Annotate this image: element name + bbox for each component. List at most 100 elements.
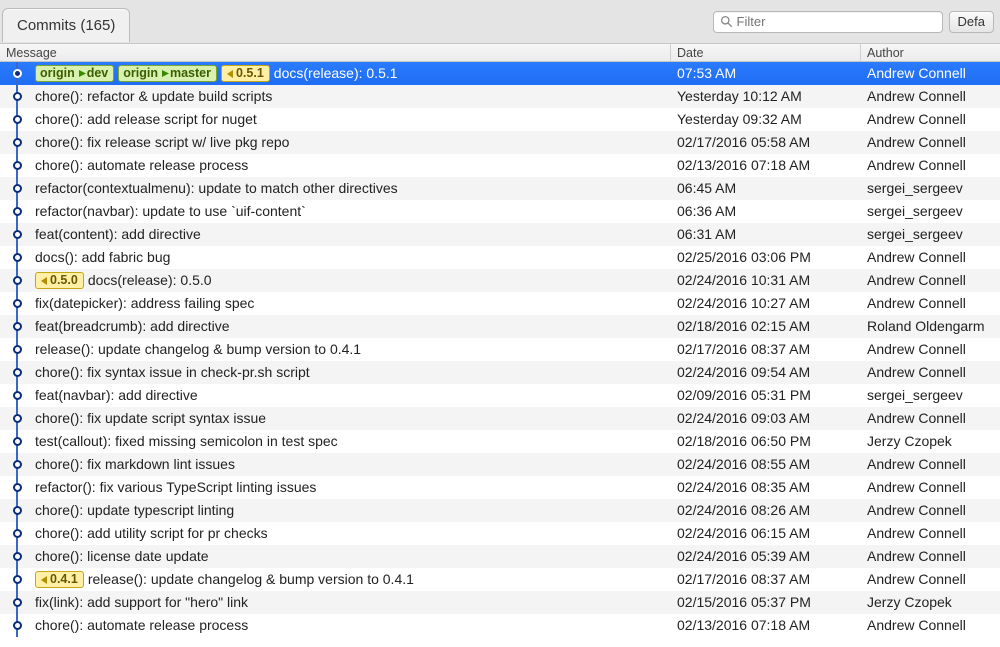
commit-row[interactable]: chore(): refactor & update build scripts… xyxy=(0,85,1000,108)
commit-author: Andrew Connell xyxy=(861,338,1000,361)
commit-author: Andrew Connell xyxy=(861,246,1000,269)
tab-commits[interactable]: Commits (165) xyxy=(2,8,130,42)
default-button[interactable]: Defa xyxy=(949,11,994,33)
commit-graph xyxy=(0,614,35,637)
commit-message: chore(): add utility script for pr check… xyxy=(35,522,268,545)
commit-node-icon xyxy=(13,598,22,607)
commit-row[interactable]: feat(navbar): add directive 02/09/2016 0… xyxy=(0,384,1000,407)
commit-author: Andrew Connell xyxy=(861,292,1000,315)
commit-row[interactable]: fix(datepicker): address failing spec 02… xyxy=(0,292,1000,315)
commit-author: Jerzy Czopek xyxy=(861,591,1000,614)
commit-date: 02/18/2016 02:15 AM xyxy=(671,315,861,338)
commit-row[interactable]: chore(): automate release process 02/13/… xyxy=(0,154,1000,177)
col-header-date[interactable]: Date xyxy=(671,44,861,61)
col-header-author[interactable]: Author xyxy=(861,44,1000,61)
play-icon xyxy=(161,69,170,78)
commit-node-icon xyxy=(13,69,22,78)
commit-date: 02/24/2016 08:55 AM xyxy=(671,453,861,476)
commit-message: chore(): license date update xyxy=(35,545,209,568)
tabs-container: Commits (165) xyxy=(0,0,130,43)
commit-author: Andrew Connell xyxy=(861,131,1000,154)
commit-message: refactor(contextualmenu): update to matc… xyxy=(35,177,398,200)
filter-search[interactable] xyxy=(713,11,943,33)
commit-node-icon xyxy=(13,253,22,262)
commit-author: Andrew Connell xyxy=(861,108,1000,131)
commit-graph xyxy=(0,568,35,591)
commit-row[interactable]: 0.4.1 release(): update changelog & bump… xyxy=(0,568,1000,591)
commit-row[interactable]: chore(): fix markdown lint issues 02/24/… xyxy=(0,453,1000,476)
commit-node-icon xyxy=(13,368,22,377)
commit-graph xyxy=(0,85,35,108)
commit-message: release(): update changelog & bump versi… xyxy=(88,568,414,591)
commit-message: docs(release): 0.5.1 xyxy=(274,62,398,85)
commit-date: 02/17/2016 05:58 AM xyxy=(671,131,861,154)
commit-date: Yesterday 10:12 AM xyxy=(671,85,861,108)
commit-graph xyxy=(0,384,35,407)
filter-input[interactable] xyxy=(737,14,936,29)
commit-node-icon xyxy=(13,552,22,561)
commit-message: chore(): automate release process xyxy=(35,154,248,177)
commit-date: Yesterday 09:32 AM xyxy=(671,108,861,131)
commit-author: Andrew Connell xyxy=(861,62,1000,85)
commit-date: 02/24/2016 10:27 AM xyxy=(671,292,861,315)
commit-row[interactable]: chore(): update typescript linting 02/24… xyxy=(0,499,1000,522)
commit-graph xyxy=(0,591,35,614)
commit-message: chore(): fix markdown lint issues xyxy=(35,453,235,476)
commit-author: Andrew Connell xyxy=(861,407,1000,430)
commit-row[interactable]: refactor(contextualmenu): update to matc… xyxy=(0,177,1000,200)
commit-row[interactable]: fix(link): add support for "hero" link 0… xyxy=(0,591,1000,614)
commit-row[interactable]: chore(): fix syntax issue in check-pr.sh… xyxy=(0,361,1000,384)
commit-author: Andrew Connell xyxy=(861,568,1000,591)
commit-author: Jerzy Czopek xyxy=(861,430,1000,453)
commit-date: 02/09/2016 05:31 PM xyxy=(671,384,861,407)
commit-message: feat(breadcrumb): add directive xyxy=(35,315,230,338)
commit-graph xyxy=(0,154,35,177)
commit-graph xyxy=(0,476,35,499)
commit-row[interactable]: docs(): add fabric bug 02/25/2016 03:06 … xyxy=(0,246,1000,269)
commit-graph xyxy=(0,430,35,453)
commit-date: 06:36 AM xyxy=(671,200,861,223)
commit-row[interactable]: chore(): add release script for nuget Ye… xyxy=(0,108,1000,131)
col-header-message[interactable]: Message xyxy=(0,44,671,61)
commit-message: chore(): fix syntax issue in check-pr.sh… xyxy=(35,361,310,384)
commit-row[interactable]: 0.5.0 docs(release): 0.5.0 02/24/2016 10… xyxy=(0,269,1000,292)
commit-author: Andrew Connell xyxy=(861,499,1000,522)
commit-message: refactor(navbar): update to use `uif-con… xyxy=(35,200,306,223)
commit-row[interactable]: release(): update changelog & bump versi… xyxy=(0,338,1000,361)
commit-row[interactable]: chore(): fix release script w/ live pkg … xyxy=(0,131,1000,154)
commit-message: release(): update changelog & bump versi… xyxy=(35,338,361,361)
commit-row[interactable]: feat(content): add directive 06:31 AM se… xyxy=(0,223,1000,246)
commit-row[interactable]: chore(): automate release process 02/13/… xyxy=(0,614,1000,637)
commit-node-icon xyxy=(13,460,22,469)
commit-author: sergei_sergeev xyxy=(861,200,1000,223)
commit-date: 02/17/2016 08:37 AM xyxy=(671,568,861,591)
commit-date: 02/13/2016 07:18 AM xyxy=(671,154,861,177)
commit-node-icon xyxy=(13,437,22,446)
commit-message: fix(datepicker): address failing spec xyxy=(35,292,254,315)
tag-arrow-icon xyxy=(226,69,234,79)
commit-row[interactable]: refactor(navbar): update to use `uif-con… xyxy=(0,200,1000,223)
commit-row[interactable]: feat(breadcrumb): add directive 02/18/20… xyxy=(0,315,1000,338)
commit-graph xyxy=(0,453,35,476)
commit-node-icon xyxy=(13,322,22,331)
commit-message: feat(navbar): add directive xyxy=(35,384,198,407)
commit-message: docs(release): 0.5.0 xyxy=(88,269,212,292)
commit-date: 02/24/2016 10:31 AM xyxy=(671,269,861,292)
commit-date: 02/24/2016 08:26 AM xyxy=(671,499,861,522)
commit-row[interactable]: refactor(): fix various TypeScript linti… xyxy=(0,476,1000,499)
commit-date: 02/18/2016 06:50 PM xyxy=(671,430,861,453)
commit-row[interactable]: test(callout): fixed missing semicolon i… xyxy=(0,430,1000,453)
commit-row[interactable]: origin dev origin master 0.5.1 docs(rele… xyxy=(0,62,1000,85)
commit-row[interactable]: chore(): license date update 02/24/2016 … xyxy=(0,545,1000,568)
commit-row[interactable]: chore(): fix update script syntax issue … xyxy=(0,407,1000,430)
commit-message: chore(): add release script for nuget xyxy=(35,108,257,131)
commit-graph xyxy=(0,62,35,85)
commit-date: 02/13/2016 07:18 AM xyxy=(671,614,861,637)
commit-graph xyxy=(0,131,35,154)
commit-graph xyxy=(0,200,35,223)
commit-row[interactable]: chore(): add utility script for pr check… xyxy=(0,522,1000,545)
commit-author: Andrew Connell xyxy=(861,614,1000,637)
commit-node-icon xyxy=(13,92,22,101)
commit-date: 02/24/2016 09:54 AM xyxy=(671,361,861,384)
commit-list[interactable]: origin dev origin master 0.5.1 docs(rele… xyxy=(0,62,1000,647)
